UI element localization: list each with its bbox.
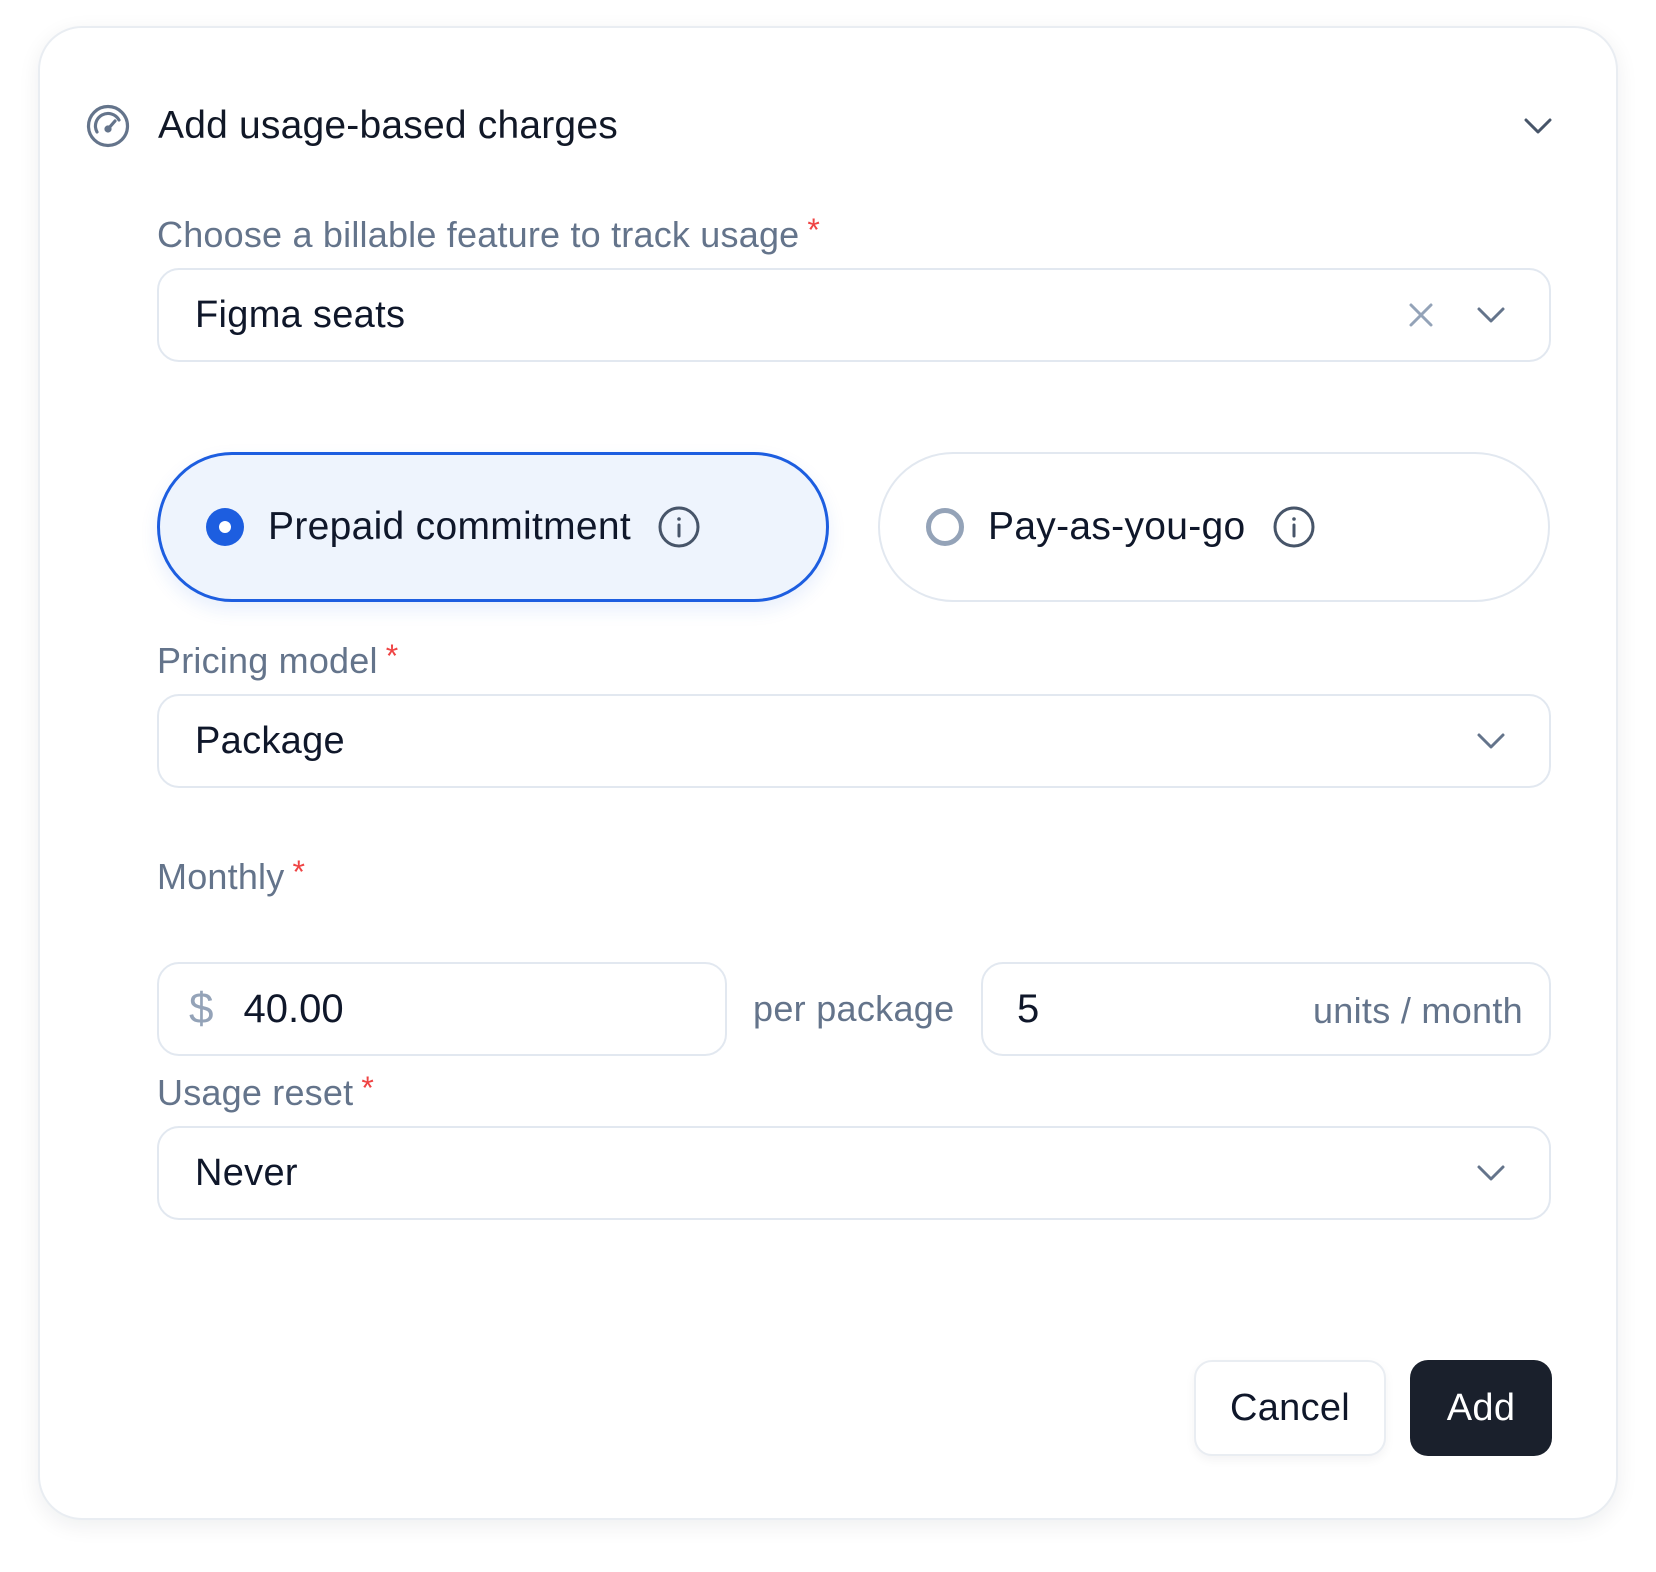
pricing-model-value: Package [195, 719, 345, 762]
units-input[interactable]: 5 units / month [981, 962, 1551, 1056]
section-title: Add usage-based charges [158, 104, 618, 147]
monthly-label: Monthly * [157, 854, 306, 897]
feature-select[interactable]: Figma seats [157, 268, 1551, 362]
add-button[interactable]: Add [1410, 1360, 1552, 1456]
option-label: Prepaid commitment [268, 505, 632, 548]
required-marker: * [361, 1070, 374, 1106]
required-marker: * [385, 638, 399, 674]
required-marker: * [292, 854, 306, 890]
price-value: 40.00 [243, 986, 344, 1031]
info-icon[interactable] [657, 505, 701, 549]
price-input[interactable]: $ 40.00 [157, 962, 727, 1056]
radio-selected[interactable] [206, 508, 244, 546]
chevron-down-icon[interactable] [1520, 108, 1556, 144]
cancel-button[interactable]: Cancel [1194, 1360, 1386, 1456]
pricing-model-label: Pricing model * [157, 638, 399, 681]
radio-unselected[interactable] [926, 508, 964, 546]
option-pay-as-you-go[interactable]: Pay-as-you-go [878, 452, 1550, 602]
chevron-down-icon[interactable] [1473, 297, 1509, 333]
option-label: Pay-as-you-go [988, 505, 1246, 548]
info-icon[interactable] [1272, 505, 1316, 549]
usage-reset-select[interactable]: Never [157, 1126, 1551, 1220]
feature-label: Choose a billable feature to track usage… [157, 212, 821, 255]
units-suffix: units / month [1312, 990, 1523, 1031]
per-package-label: per package [753, 988, 955, 1029]
feature-select-value: Figma seats [195, 293, 406, 336]
pricing-model-select[interactable]: Package [157, 694, 1551, 788]
required-marker: * [807, 212, 821, 248]
clear-icon[interactable] [1405, 299, 1437, 331]
chevron-down-icon[interactable] [1473, 1155, 1509, 1191]
chevron-down-icon[interactable] [1473, 723, 1509, 759]
gauge-icon [86, 104, 130, 148]
section-header[interactable]: Add usage-based charges [84, 96, 1564, 156]
option-prepaid-commitment[interactable]: Prepaid commitment [157, 452, 829, 602]
units-value: 5 [1017, 986, 1040, 1031]
usage-reset-value: Never [195, 1151, 298, 1194]
dollar-icon: $ [189, 984, 214, 1033]
usage-reset-label: Usage reset * [157, 1070, 374, 1113]
